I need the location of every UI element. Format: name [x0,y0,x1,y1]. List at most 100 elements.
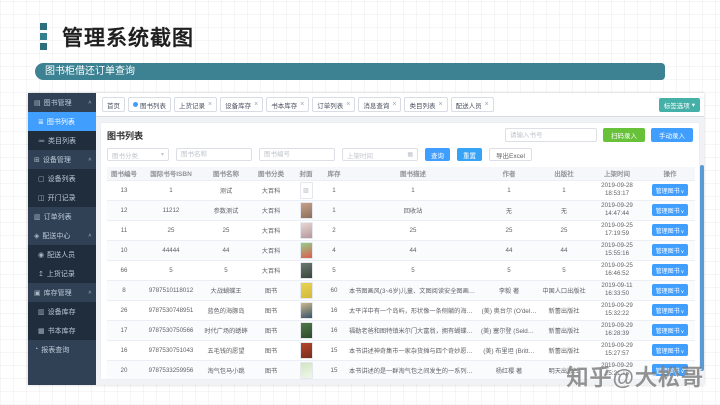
book-cover-image [299,361,313,379]
tab-label: 类目列表 [409,102,436,110]
sidebar-item-label: 设备管理 [42,156,71,164]
manual-entry-button[interactable]: 手动录入 [651,128,693,142]
cell-shelf-time: 2019-09-29 15:32:22 [589,300,645,321]
sidebar-item-label: 设备列表 [47,175,76,183]
sidebar-item-delivery-staff[interactable]: ◉ 配送人员 [28,245,96,264]
table-row: 12 11212 参数测试 大百科 1 回收站无无 2019-09-29 14:47:44 管… [107,200,695,221]
sidebar-item-book-management[interactable]: ▤ 图书管理 ∧ [28,93,96,112]
chevron-down-icon: ∨ [680,288,685,295]
book-code-input[interactable] [505,128,597,142]
export-excel-button[interactable]: 导出Excel [489,148,532,161]
cell-publisher: 5 [539,260,589,281]
cell-category: 图书 [251,340,291,361]
close-icon[interactable]: × [392,101,396,108]
book-cover-image [299,241,313,259]
cell-cover [291,220,321,241]
tab-book-list[interactable]: 图书列表 [128,97,171,112]
tab-stocking-records[interactable]: 上货记录 × [174,97,218,112]
tab-order-list[interactable]: 订单列表 × [312,97,356,112]
cell-book-id: 12 [107,200,141,221]
close-icon[interactable]: × [254,101,258,108]
column-header: 封面 [291,167,321,181]
cell-book-name: 时代广场的蟋蟀 [201,320,251,341]
category-icon: ≔ [38,137,45,145]
book-cover-image [299,261,313,279]
manage-book-button[interactable]: 管理图书∨ [651,244,689,256]
broken-image-icon: ▨ [299,181,313,199]
book-cover-image [299,221,313,239]
column-header: 国际书号ISBN [141,167,201,181]
close-icon[interactable]: × [485,101,489,108]
sidebar-item-label: 配送人员 [47,251,76,259]
close-icon[interactable]: × [208,101,212,108]
sidebar-item-book-inventory[interactable]: ▦ 书本库存 [28,321,96,340]
cell-category: 大百科 [251,220,291,241]
table-row: 8 9787510118012 大战蝴蝶王 图书 60 本书图画风(3~6岁)儿童、文图阅… [107,280,695,301]
tab-message-query[interactable]: 消息查询 × [358,97,402,112]
search-button[interactable]: 查询 [425,148,450,161]
sidebar-item-report-query[interactable]: ◔ 报表查询 [28,340,96,359]
manage-book-button[interactable]: 管理图书∨ [651,264,689,276]
door-icon: ◫ [38,194,45,202]
cell-stock: 5 [321,260,347,281]
books-icon: ▦ [38,327,45,335]
sidebar-item-label: 上货记录 [46,270,75,278]
tab-delivery-staff[interactable]: 配送人员 × [450,97,494,112]
book-name-input[interactable] [176,148,252,161]
sidebar-item-device-inventory[interactable]: ▥ 设备库存 [28,302,96,321]
chevron-down-icon: ∨ [680,328,685,335]
sidebar-item-device-list[interactable]: ▢ 设备列表 [28,169,96,188]
active-tab-dot-icon [133,102,138,107]
calendar-icon: ▦ [407,152,413,158]
book-code-filter-input[interactable] [259,148,335,161]
cell-category: 图书 [251,320,291,341]
cell-description: 本书讲述的是一群淘气包之间发生的一系列温暖… [347,360,479,379]
sidebar-item-device-management[interactable]: ⊞ 设备管理 ∧ [28,150,96,169]
sidebar-item-delivery-center[interactable]: ◈ 配送中心 ∧ [28,226,96,245]
chevron-up-icon: ∧ [87,100,92,106]
manage-book-button[interactable]: 管理图书∨ [651,344,689,356]
cell-shelf-time: 2019-09-29 14:47:44 [589,200,645,221]
sidebar-item-door-open-records[interactable]: ◫ 开门记录 [28,188,96,207]
chevron-down-icon: ∨ [680,208,685,215]
table-row: 17 9787530750566 时代广场的蟋蟀 图书 16 福勒老爸和图特镇米尔门大富翁… [107,320,695,341]
tab-label: 订单列表 [317,102,344,110]
cell-action: 管理图书∨ [645,200,695,221]
cell-author: 25 [479,220,539,241]
tab-book-inventory[interactable]: 书本库存 × [266,97,310,112]
scan-entry-button[interactable]: 扫码录入 [603,128,645,142]
sidebar-item-stocking-records[interactable]: ↥ 上货记录 [28,264,96,283]
sidebar-item-inventory-management[interactable]: ▣ 库存管理 ∧ [28,283,96,302]
reset-button[interactable]: 重置 [457,148,482,161]
sidebar-item-book-list[interactable]: ≣ 图书列表 [28,112,96,131]
close-icon[interactable]: × [300,101,304,108]
scrollbar-thumb[interactable] [700,165,704,371]
manage-book-button[interactable]: 管理图书∨ [651,324,689,336]
shelf-date-picker[interactable]: 上架时间 ▦ [342,148,418,161]
cell-cover [291,320,321,341]
sidebar-item-category-list[interactable]: ≔ 类目列表 [28,131,96,150]
tab-device-inventory[interactable]: 设备库存 × [220,97,264,112]
manage-book-button[interactable]: 管理图书∨ [651,204,689,216]
cell-stock: 1 [321,200,347,221]
manage-book-button[interactable]: 管理图书∨ [651,224,689,236]
tags-view-bar: 首页 图书列表 上货记录 × 设备库存 × 书本库存 × 订单列表 × 消息查询 × 类目列表 × 配送人员… [96,93,704,117]
cell-book-id: 11 [107,220,141,241]
manage-book-button[interactable]: 管理图书∨ [651,184,689,196]
manage-book-button[interactable]: 管理图书∨ [651,304,689,316]
cell-author: 杨红樱 著 [479,360,539,379]
close-icon[interactable]: × [438,101,442,108]
cell-stock: 15 [321,360,347,379]
cell-category: 图书 [251,360,291,379]
category-select[interactable]: 图书分类 ▾ [107,148,169,161]
tab-category-list[interactable]: 类目列表 × [404,97,448,112]
sidebar-item-order-list[interactable]: ▥ 订单列表 [28,207,96,226]
close-icon[interactable]: × [346,101,350,108]
table-row: 16 9787530751043 五毛钱的愿望 图书 15 本书讲述神奇集市一家杂货摊与四… [107,340,695,361]
table-row: 11 25 25 大百科 2 25 25 25 2019-09-25 17:19:59 管理图书∨ [107,220,695,241]
monitor-icon: ▢ [38,175,45,183]
manage-book-button[interactable]: 管理图书∨ [651,284,689,296]
tab-home[interactable]: 首页 [102,97,125,112]
tab-label: 上货记录 [179,102,205,110]
tab-options-button[interactable]: 标签选项 ▾ [658,97,700,112]
